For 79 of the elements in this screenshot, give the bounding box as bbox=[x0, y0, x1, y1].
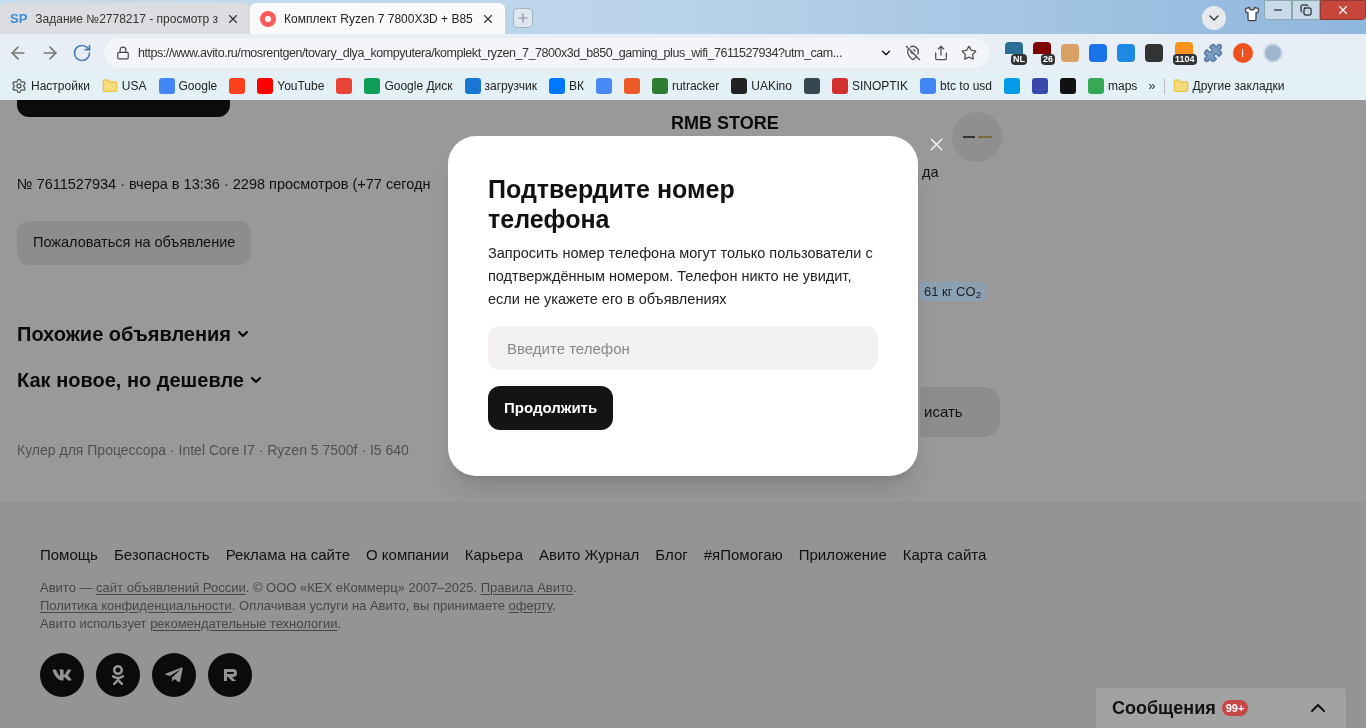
messages-label: Сообщения bbox=[1112, 696, 1216, 720]
bookmark[interactable]: Настройки bbox=[6, 74, 95, 98]
gear-icon bbox=[11, 78, 27, 94]
messages-count: 99+ bbox=[1221, 699, 1249, 717]
bookmark[interactable]: Google bbox=[153, 74, 223, 98]
browser-tab[interactable]: SP Задание №2778217 - просмотр з bbox=[0, 3, 251, 34]
footer-link[interactable]: Карта сайта bbox=[902, 544, 987, 567]
modal-title: Подтвердите номер телефона bbox=[488, 174, 736, 234]
tab-search-button[interactable] bbox=[1202, 6, 1226, 30]
messages-panel[interactable]: Сообщения 99+ bbox=[1096, 688, 1346, 728]
modal-text: Запросить номер телефона могут только пользователи с подтверждённым номером. Телефон никто не увидит, если не укажете его в объявлениях bbox=[488, 244, 874, 309]
bookmark[interactable]: UAKino bbox=[726, 74, 797, 98]
folder-icon bbox=[1172, 78, 1189, 94]
eco-badge: 61 кг CO$_{2}$ bbox=[920, 281, 986, 302]
footer-link[interactable]: Помощь bbox=[40, 544, 98, 567]
reload-icon[interactable] bbox=[72, 43, 92, 63]
bookmarks-overflow-button[interactable]: » bbox=[1148, 76, 1156, 96]
bookmark[interactable]: YouTube bbox=[252, 74, 330, 98]
footer-link[interactable]: Приложение bbox=[798, 544, 887, 567]
address-bar[interactable]: https://www.avito.ru/mosrentgen/tovary_dlya_kompyutera/komplekt_ryzen_7_7800x3d_b850_gaming_plus_wifi_7611527934?utm_cam... bbox=[104, 38, 989, 68]
extension-badge: NL bbox=[1011, 53, 1027, 65]
tab-favicon: SP bbox=[10, 9, 28, 28]
share-icon[interactable] bbox=[933, 45, 949, 61]
bookmark[interactable]: Google Диск bbox=[359, 74, 458, 98]
footer-link[interactable]: #яПомогаю bbox=[703, 544, 783, 567]
seller-name[interactable]: RMB STORE bbox=[671, 112, 779, 134]
footer-link[interactable]: Карьера bbox=[464, 544, 524, 567]
tab-title: Комплект Ryzen 7 7800X3D + B85 bbox=[284, 10, 473, 28]
bookmark-star-icon[interactable] bbox=[961, 45, 977, 61]
section-toggle[interactable]: Похожие объявления bbox=[17, 318, 264, 349]
close-window-button[interactable] bbox=[1320, 0, 1366, 20]
browser-tab[interactable]: Комплект Ryzen 7 7800X3D + B85 bbox=[250, 3, 505, 34]
restore-icon bbox=[1300, 4, 1312, 16]
legal-text: Политика конфиденциальности. Оплачивая услуги на Авито, вы принимаете оферту. bbox=[40, 596, 557, 615]
minimize-button[interactable] bbox=[1264, 0, 1292, 20]
footer-link[interactable]: Безопасность bbox=[113, 544, 210, 567]
bookmark[interactable]: btc to usd bbox=[914, 74, 997, 98]
bookmark[interactable]: USA bbox=[96, 74, 152, 98]
bookmark[interactable]: ВК bbox=[543, 74, 589, 98]
rutube-icon[interactable] bbox=[208, 652, 252, 697]
bookmark[interactable]: rutracker bbox=[646, 74, 725, 98]
extension-badge: 26 bbox=[1041, 53, 1055, 65]
restore-button[interactable] bbox=[1292, 0, 1320, 20]
seller-info: да bbox=[922, 163, 939, 182]
extensions-icon[interactable] bbox=[1202, 43, 1223, 63]
extension-icon[interactable] bbox=[1033, 41, 1051, 54]
extension-badge: 1104 bbox=[1173, 53, 1197, 65]
vk-icon[interactable] bbox=[40, 652, 84, 697]
close-icon bbox=[1336, 3, 1350, 17]
extension-icon[interactable] bbox=[1005, 41, 1023, 54]
section-toggle[interactable]: Как новое, но дешевле bbox=[17, 364, 264, 395]
bookmark[interactable]: SINOPTIK bbox=[826, 74, 913, 98]
bookmark[interactable]: maps bbox=[1083, 74, 1143, 98]
footer-link[interactable]: О компании bbox=[366, 544, 449, 567]
footer-link[interactable]: Авито Журнал bbox=[539, 544, 640, 567]
tab-favicon-icon bbox=[260, 10, 277, 27]
legal-text: Авито — сайт объявлений России. © ООО «КЕХ еКоммерц» 2007–2025. Правила Авито. bbox=[40, 578, 578, 597]
ok-icon[interactable] bbox=[96, 652, 140, 697]
profile-avatar[interactable]: I bbox=[1232, 43, 1253, 63]
footer-link[interactable]: Блог bbox=[655, 544, 688, 567]
message-button[interactable]: исать bbox=[920, 387, 1000, 438]
footer-link[interactable]: Реклама на сайте bbox=[225, 544, 351, 567]
extension-icon[interactable] bbox=[1145, 44, 1163, 62]
legal-text: Авито использует рекомендательные технологии. bbox=[40, 614, 343, 633]
related-searches: Кулер для Процессора · Intel Core I7 · Ryzen 5 7500f · I5 640 bbox=[17, 440, 409, 460]
shirt-icon[interactable] bbox=[1244, 6, 1260, 22]
store-logo-icon bbox=[952, 112, 1002, 162]
location-off-icon[interactable] bbox=[905, 45, 921, 61]
other-bookmarks[interactable]: Другие закладки bbox=[1172, 77, 1285, 95]
tab-title: Задание №2778217 - просмотр з bbox=[35, 10, 219, 28]
complaint-button[interactable]: Пожаловаться на объявление bbox=[17, 220, 252, 265]
bookmark[interactable]: загрузчик bbox=[459, 74, 542, 98]
continue-button[interactable]: Продолжить bbox=[488, 386, 614, 430]
telegram-icon[interactable] bbox=[152, 652, 196, 697]
lock-icon bbox=[116, 46, 130, 60]
plus-icon bbox=[515, 11, 530, 25]
listing-meta: № 7611527934 · вчера в 13:36 · 2298 просмотров (+77 сегодн bbox=[17, 175, 431, 194]
folder-icon bbox=[101, 78, 118, 94]
phone-field[interactable]: Введите телефон bbox=[488, 326, 878, 370]
